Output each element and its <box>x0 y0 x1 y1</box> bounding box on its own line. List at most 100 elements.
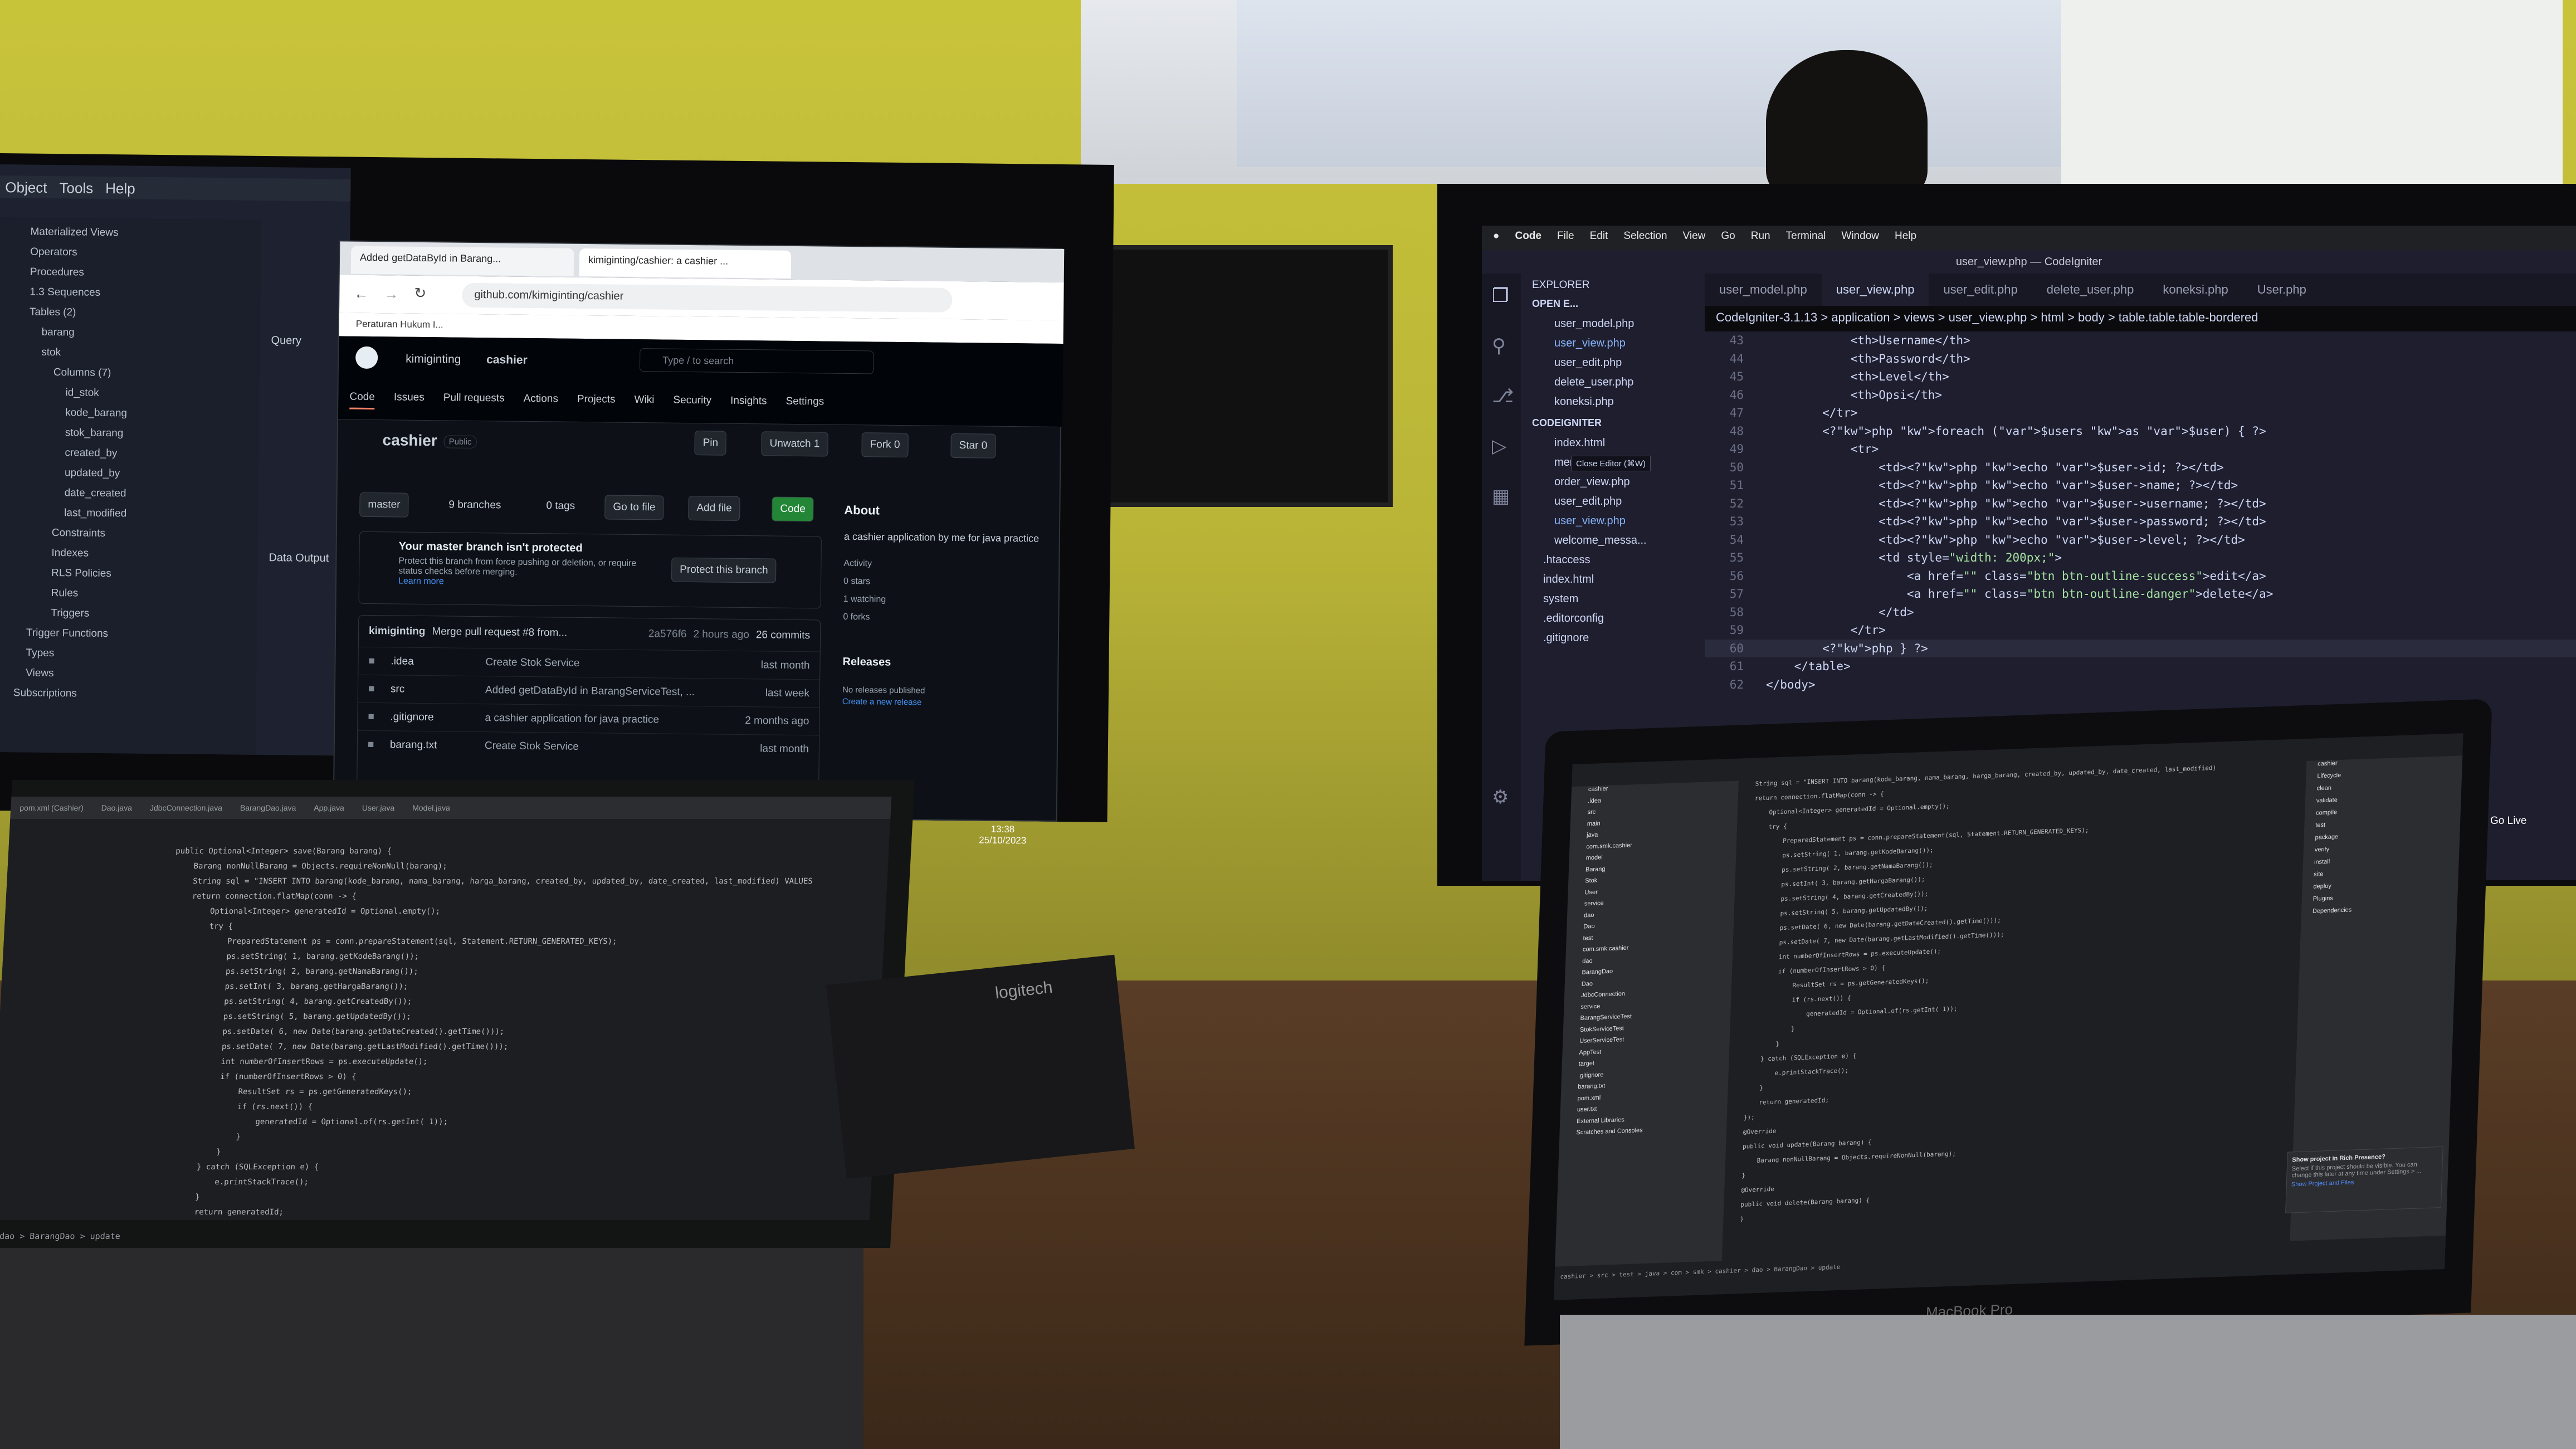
editor-tab[interactable]: user_model.php <box>1705 274 1822 306</box>
file-name[interactable]: .gitignore <box>390 711 485 724</box>
file-name[interactable]: barang.txt <box>390 739 485 752</box>
editor-tab[interactable]: user_edit.php <box>1929 274 2032 306</box>
learn-more-link[interactable]: Learn more <box>398 577 444 587</box>
tree-item[interactable]: barang <box>4 322 260 345</box>
tab-issues[interactable]: Issues <box>394 391 425 410</box>
repo-name-link[interactable]: cashier <box>486 353 528 367</box>
explorer-icon[interactable]: ❐ <box>1492 285 1509 307</box>
branch-selector[interactable]: master <box>359 492 409 518</box>
code-button[interactable]: Code <box>772 496 814 522</box>
tree-item[interactable]: Indexes <box>2 543 257 565</box>
extensions-icon[interactable]: ▦ <box>1492 485 1510 508</box>
mac-menu-item[interactable]: Help <box>1895 230 1916 246</box>
tree-item[interactable]: Procedures <box>6 262 261 285</box>
browser-tab-repo[interactable]: kimiginting/cashier: a cashier ... <box>579 248 792 279</box>
ij-breadcrumb[interactable]: cashier > src > test > java > com > smk … <box>1560 1263 1840 1281</box>
file-row[interactable]: ■ .gitignore a cashier application for jav… <box>358 702 819 735</box>
github-search-input[interactable]: Type / to search <box>639 348 874 374</box>
file-name[interactable]: src <box>391 683 485 696</box>
branches-link[interactable]: 9 branches <box>448 499 501 511</box>
editor-tab[interactable]: BarangDao.java <box>231 797 306 819</box>
editor-tab[interactable]: Model.java <box>403 797 460 819</box>
open-editor-item[interactable]: user_view.php <box>1521 334 1705 353</box>
tags-link[interactable]: 0 tags <box>546 500 575 513</box>
search-icon[interactable]: ⚲ <box>1492 335 1506 357</box>
mac-menu-item[interactable]: File <box>1557 230 1574 246</box>
mac-menu-item[interactable]: View <box>1683 230 1706 246</box>
bookmark-item[interactable]: Peraturan Hukum I... <box>356 319 443 330</box>
stars-link[interactable]: 0 stars <box>843 577 1044 589</box>
tree-item[interactable]: stok_barang <box>4 422 259 445</box>
file-commit-message[interactable]: Create Stok Service <box>485 656 719 671</box>
editor-tab[interactable]: delete_user.php <box>2032 274 2149 306</box>
editor-tab[interactable]: koneksi.php <box>2148 274 2242 306</box>
tree-item[interactable]: Trigger Functions <box>2 623 257 646</box>
commit-message[interactable]: Merge pull request #8 from... <box>432 626 567 640</box>
tree-item[interactable]: updated_by <box>3 462 258 485</box>
project-file-item[interactable]: welcome_messa... <box>1521 531 1705 550</box>
project-section[interactable]: CODEIGNITER <box>1521 412 1705 433</box>
menu-object[interactable]: Object <box>5 179 47 196</box>
mac-menu-item[interactable]: Run <box>1751 230 1770 246</box>
forks-link[interactable]: 0 forks <box>843 612 1043 625</box>
settings-gear-icon[interactable]: ⚙ <box>1492 786 1509 808</box>
editor-breadcrumb[interactable]: CodeIgniter-3.1.13 > application > views… <box>1705 306 2576 330</box>
file-commit-message[interactable]: Added getDataById in BarangServiceTest, … <box>485 684 719 699</box>
menu-tools[interactable]: Tools <box>59 179 93 197</box>
tree-item[interactable]: Views <box>1 663 256 686</box>
url-input[interactable]: github.com/kimiginting/cashier <box>462 282 953 313</box>
file-row[interactable]: ■ .idea Create Stok Service last month <box>358 646 820 680</box>
tree-item[interactable]: 1.3 Sequences <box>5 282 260 305</box>
unwatch-button[interactable]: Unwatch 1 <box>761 431 828 457</box>
mac-menu-item[interactable]: Go <box>1721 230 1735 246</box>
mac-menu-item[interactable]: Selection <box>1623 230 1667 246</box>
star-button[interactable]: Star 0 <box>950 433 996 458</box>
data-output-tab[interactable]: Data Output <box>269 552 329 565</box>
back-arrow-icon[interactable]: ← <box>354 285 368 303</box>
project-file-item[interactable]: user_edit.php <box>1521 492 1705 511</box>
project-file-item[interactable]: system <box>1521 589 1705 609</box>
editor-tab[interactable]: JdbcConnection.java <box>140 797 232 819</box>
project-file-item[interactable]: .gitignore <box>1521 628 1705 648</box>
reload-icon[interactable]: ↻ <box>414 285 426 302</box>
editor-breadcrumb[interactable]: dao > BarangDao > update <box>0 1231 120 1241</box>
go-live-button[interactable]: Go Live <box>2490 815 2526 827</box>
fork-button[interactable]: Fork 0 <box>861 432 909 458</box>
query-tab[interactable]: Query <box>271 334 301 348</box>
tree-item[interactable]: date_created <box>3 482 258 505</box>
editor-tab[interactable]: user_view.php <box>1821 274 1929 306</box>
open-editor-item[interactable]: user_edit.php <box>1521 353 1705 373</box>
mac-menu-item[interactable]: Terminal <box>1786 230 1826 246</box>
project-file-item[interactable]: index.html <box>1521 433 1705 453</box>
tree-item[interactable]: created_by <box>3 442 258 465</box>
tree-item[interactable]: Materialized Views <box>6 222 261 245</box>
run-debug-icon[interactable]: ▷ <box>1492 435 1506 457</box>
file-row[interactable]: ■ src Added getDataById in BarangServiceTe… <box>358 674 820 708</box>
open-editors-section[interactable]: OPEN E... <box>1521 298 1705 314</box>
commit-hash[interactable]: 2a576f6 <box>648 628 687 641</box>
tree-item[interactable]: id_stok <box>4 382 259 405</box>
tab-code[interactable]: Code <box>349 391 375 410</box>
project-file-item[interactable]: user_view.php <box>1521 511 1705 531</box>
mac-menu-item[interactable]: Edit <box>1590 230 1608 246</box>
browser-tab-commit[interactable]: Added getDataById in Barang... <box>350 246 574 276</box>
mac-menu-item[interactable]: Window <box>1841 230 1879 246</box>
tab-settings[interactable]: Settings <box>786 396 824 414</box>
tab-actions[interactable]: Actions <box>523 393 559 412</box>
tab-projects[interactable]: Projects <box>577 393 616 412</box>
tree-item[interactable]: stok <box>4 342 260 365</box>
open-editor-item[interactable]: user_model.php <box>1521 314 1705 334</box>
apple-logo-icon[interactable]: ● <box>1493 230 1499 246</box>
mac-menu-item[interactable]: Code <box>1515 230 1541 246</box>
tab-insights[interactable]: Insights <box>730 395 767 414</box>
tree-item[interactable]: Subscriptions <box>1 683 256 706</box>
pin-button[interactable]: Pin <box>694 431 727 456</box>
commits-link[interactable]: 26 commits <box>756 629 810 642</box>
protect-branch-button[interactable]: Protect this branch <box>671 557 777 583</box>
project-file-item[interactable]: order_view.php <box>1521 472 1705 492</box>
tab-pull-requests[interactable]: Pull requests <box>443 392 505 411</box>
file-row[interactable]: ■ barang.txt Create Stok Service last month <box>357 730 819 763</box>
file-name[interactable]: .idea <box>391 655 485 669</box>
tab-security[interactable]: Security <box>673 394 711 413</box>
activity-link[interactable]: Activity <box>843 559 1044 571</box>
